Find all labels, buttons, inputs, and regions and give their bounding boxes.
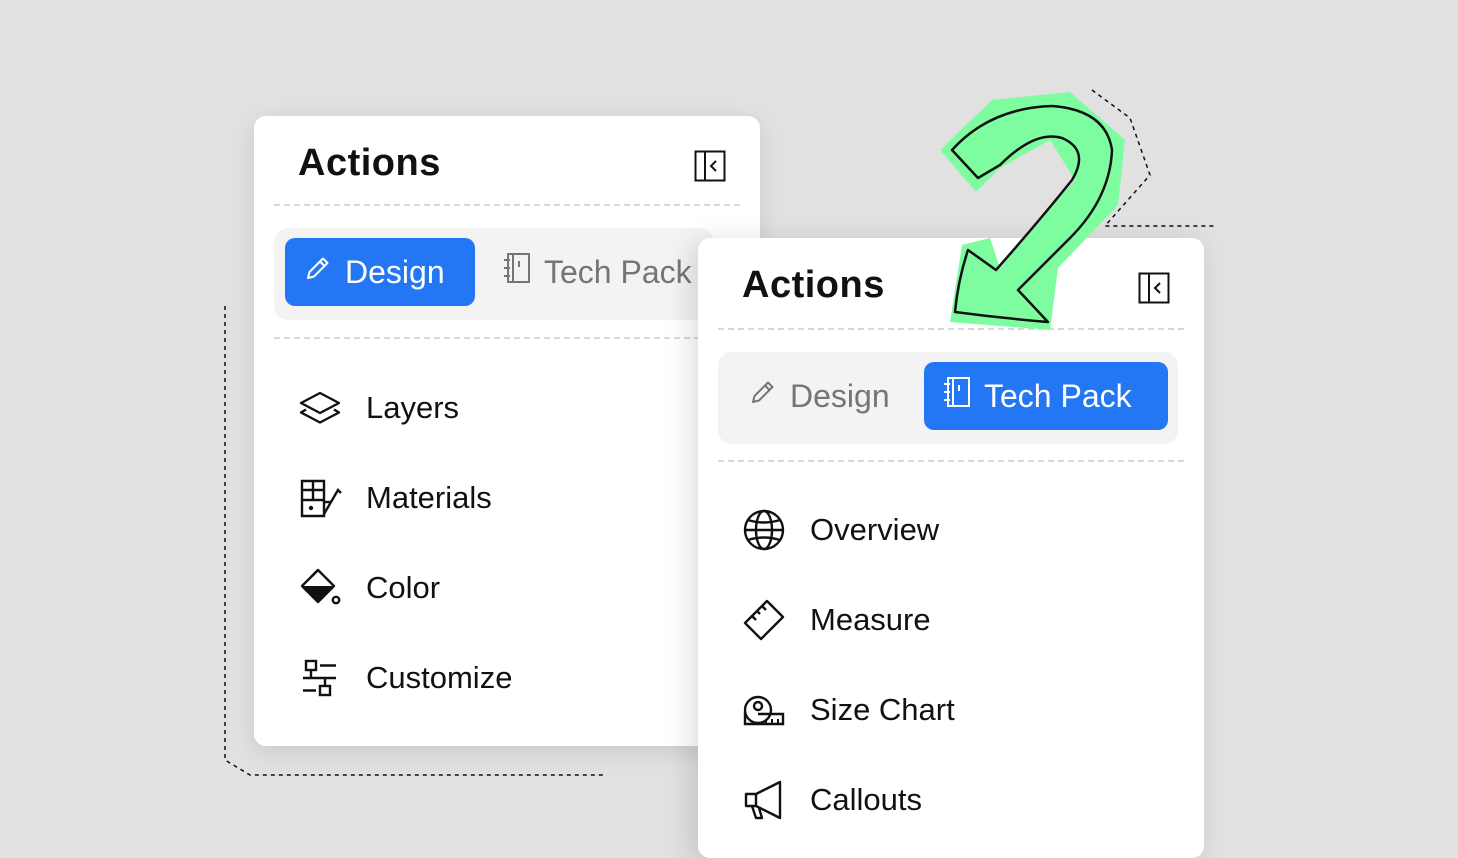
divider	[718, 460, 1184, 462]
actions-panel-design: Actions Design Tech Pack Layers Material…	[254, 116, 760, 746]
menu-item-color[interactable]: Color	[298, 566, 440, 610]
tab-design[interactable]: Design	[285, 238, 475, 306]
mode-segmented-control: Design Tech Pack	[274, 228, 714, 320]
tape-measure-icon	[742, 688, 786, 732]
tab-design[interactable]: Design	[730, 362, 920, 430]
panel-title: Actions	[742, 264, 885, 306]
menu-item-label: Callouts	[810, 782, 922, 817]
tab-label: Design	[790, 377, 890, 414]
collapse-panel-icon[interactable]	[694, 150, 726, 182]
tab-tech-pack[interactable]: Tech Pack	[924, 362, 1168, 430]
pencil-icon	[303, 253, 333, 291]
menu-item-label: Layers	[366, 390, 460, 425]
menu-item-callouts[interactable]: Callouts	[742, 778, 922, 822]
menu-item-label: Color	[366, 570, 441, 605]
menu-item-label: Overview	[810, 512, 940, 547]
menu-item-size-chart[interactable]: Size Chart	[742, 688, 955, 732]
menu-item-materials[interactable]: Materials	[298, 476, 492, 520]
globe-icon	[742, 508, 786, 552]
megaphone-icon	[742, 778, 786, 822]
menu-item-customize[interactable]: Customize	[298, 656, 512, 700]
tab-label: Tech Pack	[984, 377, 1132, 414]
mode-segmented-control: Design Tech Pack	[718, 352, 1178, 444]
notebook-icon	[942, 376, 972, 416]
menu-item-label: Measure	[810, 602, 931, 637]
tab-tech-pack[interactable]: Tech Pack	[484, 238, 724, 306]
layers-icon	[298, 386, 342, 430]
divider	[274, 204, 740, 206]
divider	[274, 337, 740, 339]
menu-item-layers[interactable]: Layers	[298, 386, 459, 430]
menu-item-overview[interactable]: Overview	[742, 508, 939, 552]
materials-icon	[298, 476, 342, 520]
paint-bucket-icon	[298, 566, 342, 610]
pencil-icon	[748, 377, 778, 415]
tab-label: Tech Pack	[544, 253, 692, 290]
menu-item-label: Size Chart	[810, 692, 955, 727]
tab-label: Design	[345, 253, 445, 290]
customize-icon	[298, 656, 342, 700]
notebook-icon	[502, 252, 532, 292]
actions-panel-tech-pack: Actions Design Tech Pack Overview Measur…	[698, 238, 1204, 858]
menu-item-label: Materials	[366, 480, 492, 515]
ruler-icon	[742, 598, 786, 642]
divider	[718, 328, 1184, 330]
menu-item-measure[interactable]: Measure	[742, 598, 931, 642]
menu-item-label: Customize	[366, 660, 513, 695]
collapse-panel-icon[interactable]	[1138, 272, 1170, 304]
panel-title: Actions	[298, 142, 441, 184]
